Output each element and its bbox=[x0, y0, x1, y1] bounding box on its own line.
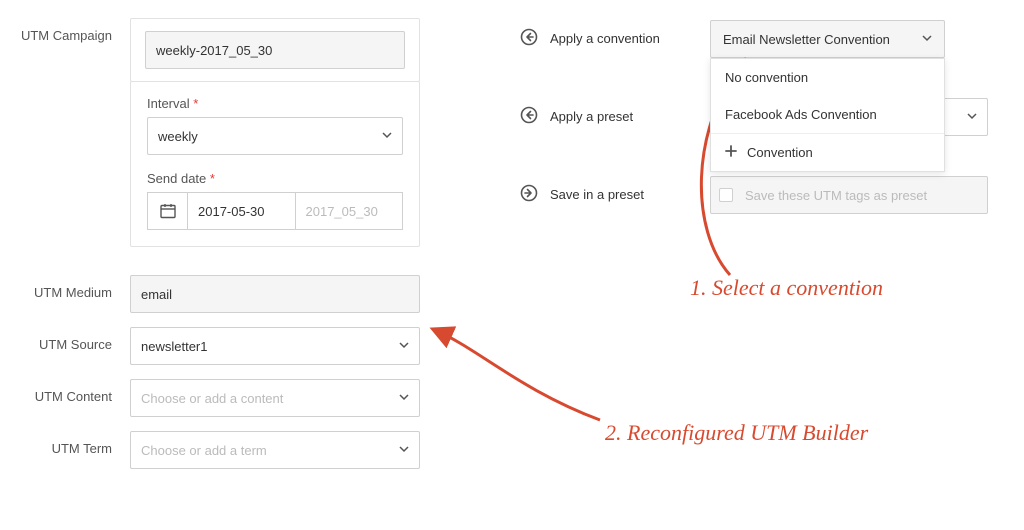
chevron-down-icon bbox=[967, 111, 977, 124]
content-row: UTM Content Choose or add a content bbox=[10, 379, 420, 417]
arrow-left-circle-icon bbox=[520, 28, 540, 48]
term-placeholder: Choose or add a term bbox=[141, 443, 267, 458]
chevron-down-icon bbox=[922, 33, 932, 46]
medium-row: UTM Medium email bbox=[10, 275, 420, 313]
source-select[interactable]: newsletter1 bbox=[130, 327, 420, 365]
send-date-group: 2017-05-30 2017_05_30 bbox=[147, 192, 403, 230]
term-row: UTM Term Choose or add a term bbox=[10, 431, 420, 469]
source-value: newsletter1 bbox=[141, 339, 207, 354]
convention-selected: Email Newsletter Convention bbox=[723, 32, 922, 47]
term-label: UTM Term bbox=[10, 431, 130, 456]
save-preset-row: Save in a preset Save these UTM tags as … bbox=[520, 176, 990, 214]
apply-convention-label: Apply a convention bbox=[520, 20, 710, 48]
menu-item-add-convention[interactable]: Convention bbox=[711, 133, 944, 171]
chevron-down-icon bbox=[399, 392, 409, 405]
chevron-down-icon bbox=[399, 340, 409, 353]
chevron-down-icon bbox=[382, 130, 392, 143]
convention-menu: No convention Facebook Ads Convention Co… bbox=[710, 58, 945, 172]
medium-input[interactable]: email bbox=[130, 275, 420, 313]
convention-panel: Apply a convention Email Newsletter Conv… bbox=[520, 20, 990, 214]
send-date-label: Send date * bbox=[147, 171, 403, 186]
interval-select[interactable]: weekly bbox=[147, 117, 403, 155]
campaign-label: UTM Campaign bbox=[10, 18, 130, 43]
menu-item-no-convention[interactable]: No convention bbox=[711, 59, 944, 96]
campaign-value: weekly-2017_05_30 bbox=[156, 43, 272, 58]
save-preset-input[interactable]: Save these UTM tags as preset bbox=[710, 176, 988, 214]
content-select[interactable]: Choose or add a content bbox=[130, 379, 420, 417]
interval-value: weekly bbox=[158, 129, 198, 144]
save-preset-label: Save in a preset bbox=[520, 176, 710, 204]
medium-value: email bbox=[141, 287, 172, 302]
content-label: UTM Content bbox=[10, 379, 130, 404]
send-date-mask: 2017_05_30 bbox=[295, 192, 404, 230]
apply-preset-label: Apply a preset bbox=[520, 98, 710, 126]
utm-form: UTM Campaign weekly-2017_05_30 Interval … bbox=[10, 18, 420, 469]
source-label: UTM Source bbox=[10, 327, 130, 352]
apply-convention-row: Apply a convention Email Newsletter Conv… bbox=[520, 20, 990, 58]
convention-dropdown[interactable]: Email Newsletter Convention bbox=[710, 20, 945, 58]
interval-label: Interval * bbox=[147, 96, 403, 111]
source-row: UTM Source newsletter1 bbox=[10, 327, 420, 365]
campaign-row: UTM Campaign weekly-2017_05_30 Interval … bbox=[10, 18, 420, 247]
arrow-right-circle-icon bbox=[520, 184, 540, 204]
campaign-input[interactable]: weekly-2017_05_30 bbox=[145, 31, 405, 69]
calendar-icon[interactable] bbox=[147, 192, 187, 230]
chevron-down-icon bbox=[399, 444, 409, 457]
annotation-step1: 1. Select a convention bbox=[690, 275, 883, 301]
send-date-input[interactable]: 2017-05-30 bbox=[187, 192, 295, 230]
arrow-left-circle-icon bbox=[520, 106, 540, 126]
medium-label: UTM Medium bbox=[10, 275, 130, 300]
term-select[interactable]: Choose or add a term bbox=[130, 431, 420, 469]
plus-icon bbox=[725, 145, 737, 160]
annotation-step2: 2. Reconfigured UTM Builder bbox=[605, 420, 868, 446]
campaign-control: weekly-2017_05_30 Interval * weekly Send… bbox=[130, 18, 420, 247]
content-placeholder: Choose or add a content bbox=[141, 391, 283, 406]
save-preset-placeholder: Save these UTM tags as preset bbox=[745, 188, 927, 203]
menu-item-facebook-ads[interactable]: Facebook Ads Convention bbox=[711, 96, 944, 133]
save-preset-checkbox[interactable] bbox=[719, 188, 733, 202]
